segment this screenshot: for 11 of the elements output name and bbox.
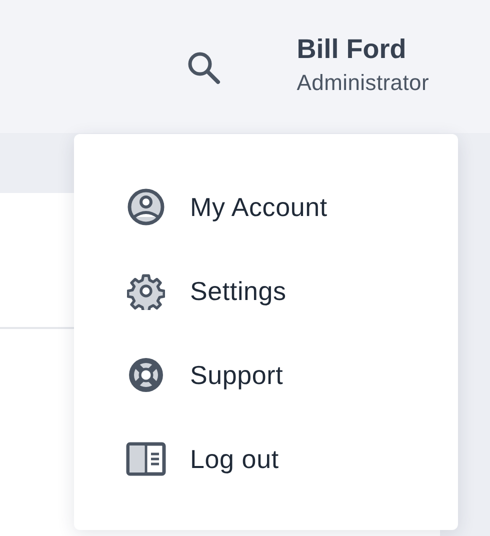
menu-item[interactable]: Settings [74, 249, 458, 333]
gear-icon [127, 272, 165, 310]
menu-item[interactable]: Support [74, 333, 458, 417]
menu-item[interactable]: Log out [74, 417, 458, 501]
user-icon [127, 188, 165, 226]
menu-item[interactable]: My Account [74, 165, 458, 249]
user-name[interactable]: Bill Ford [296, 34, 429, 64]
search-icon[interactable] [186, 50, 221, 84]
user-role: Administrator [296, 70, 429, 96]
book-icon [126, 442, 166, 476]
lifebuoy-icon [127, 356, 165, 394]
